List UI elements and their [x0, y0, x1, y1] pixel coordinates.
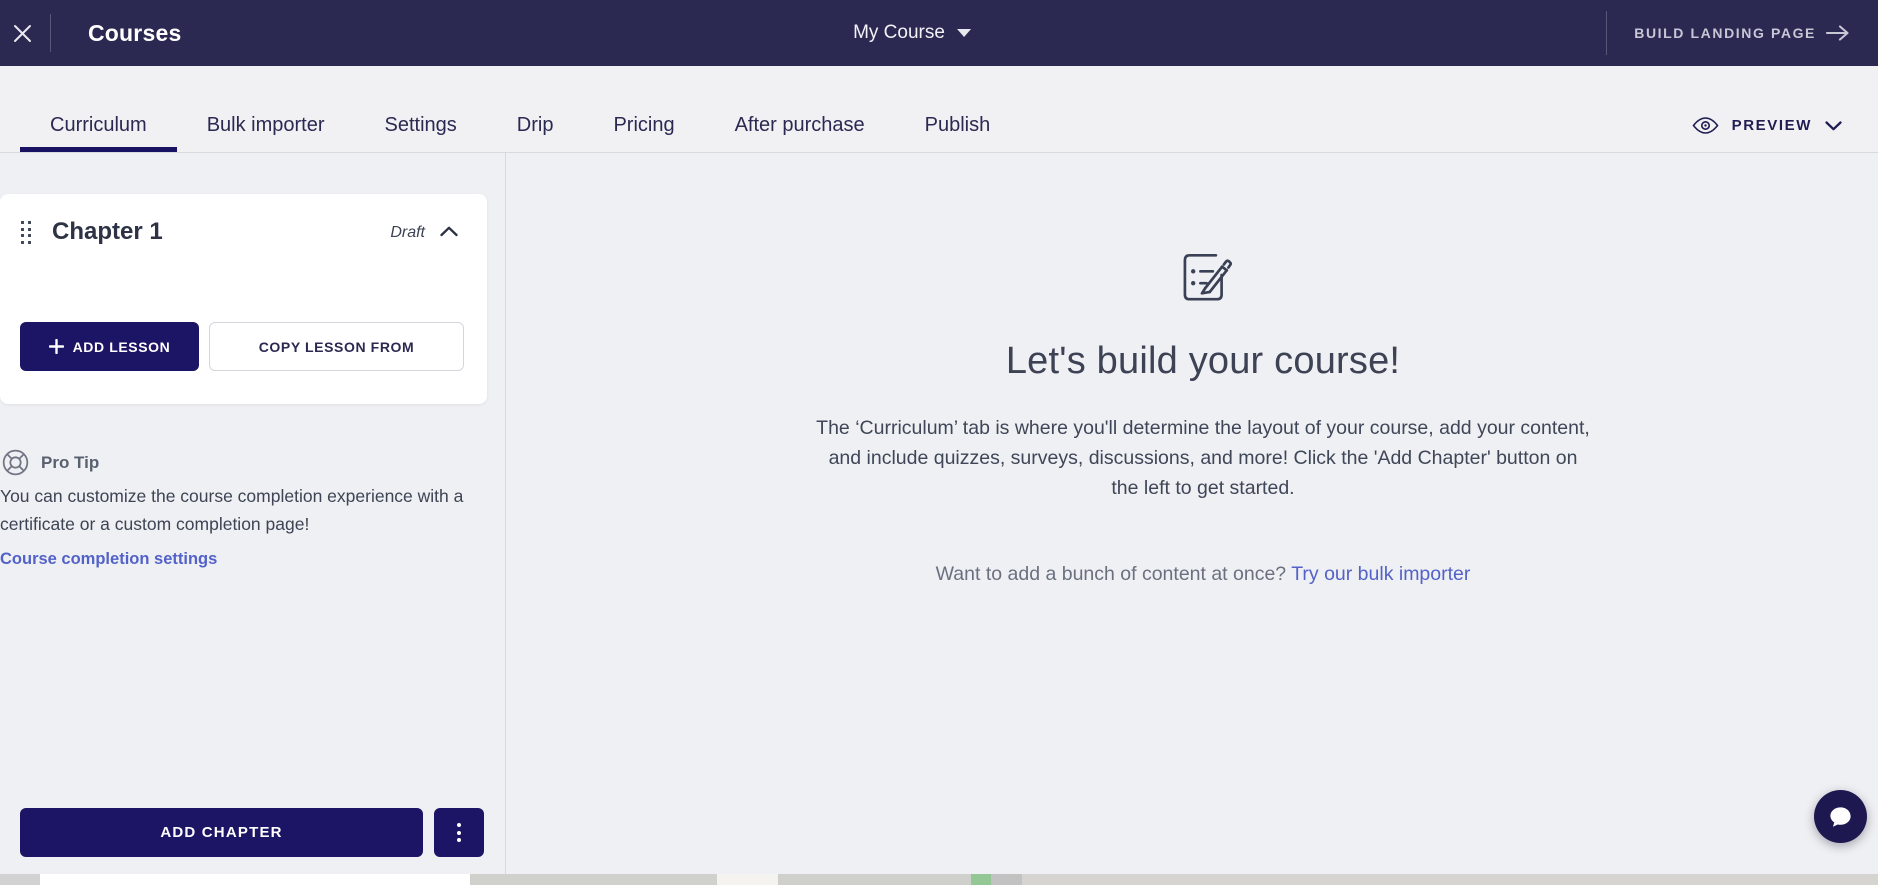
chapter-menu-button[interactable] — [434, 808, 484, 857]
course-builder-page: Courses My Course BUILD LANDING PAGE Cur… — [0, 0, 1878, 885]
add-chapter-button[interactable]: ADD CHAPTER — [20, 808, 423, 857]
plus-icon — [48, 339, 64, 354]
course-selector-label: My Course — [853, 22, 945, 43]
empty-state-description: The ‘Curriculum’ tab is where you'll det… — [816, 417, 1590, 499]
copy-lesson-from-label: COPY LESSON FROM — [258, 338, 415, 355]
kebab-icon — [457, 823, 461, 827]
add-lesson-button[interactable]: ADD LESSON — [20, 322, 199, 371]
course-tab-bar: Curriculum Bulk importer Settings Drip P… — [0, 66, 1878, 153]
tabs: Curriculum Bulk importer Settings Drip P… — [20, 66, 1020, 152]
chapter-collapse-button[interactable] — [438, 222, 460, 244]
tab-drip[interactable]: Drip — [487, 66, 584, 152]
add-chapter-label: ADD CHAPTER — [160, 824, 283, 841]
bulk-prompt-text: Want to add a bunch of content at once? — [935, 563, 1292, 585]
tab-curriculum[interactable]: Curriculum — [20, 66, 177, 152]
pro-tip-header: Pro Tip — [2, 449, 99, 476]
page-title: Courses — [88, 19, 182, 46]
lifebuoy-icon — [2, 449, 29, 476]
tab-after-purchase[interactable]: After purchase — [705, 66, 895, 152]
eye-icon — [1692, 117, 1719, 134]
notes-and-pencil-icon — [1183, 253, 1233, 301]
tab-publish[interactable]: Publish — [895, 66, 1021, 152]
strip-segment — [0, 874, 40, 885]
chevron-up-icon — [440, 226, 458, 237]
chapter-status-badge: Draft — [390, 224, 425, 241]
build-landing-page-label: BUILD LANDING PAGE — [1634, 25, 1816, 41]
header-right: BUILD LANDING PAGE — [1606, 0, 1850, 66]
header-divider — [50, 14, 51, 52]
close-icon — [13, 24, 31, 42]
chapter-card: Chapter 1 Draft ADD LESSON COPY LESSON F… — [0, 194, 487, 404]
bottom-edge-strip — [0, 874, 1878, 885]
bulk-importer-link[interactable]: Try our bulk importer — [1291, 563, 1470, 585]
pro-tip-text: You can customize the course completion … — [0, 486, 464, 534]
top-header: Courses My Course BUILD LANDING PAGE — [0, 0, 1878, 66]
course-selector-dropdown[interactable]: My Course — [853, 22, 971, 44]
pro-tip-label: Pro Tip — [41, 452, 100, 472]
strip-segment — [778, 874, 971, 885]
strip-segment — [1022, 874, 1878, 885]
strip-segment — [717, 874, 778, 885]
empty-state-column: Let's build your course! The ‘Curriculum… — [803, 153, 1603, 586]
chat-widget-button[interactable] — [1814, 790, 1867, 843]
chevron-down-icon — [1825, 120, 1842, 130]
strip-segment — [971, 874, 991, 885]
arrow-right-icon — [1826, 25, 1849, 41]
copy-lesson-from-button[interactable]: COPY LESSON FROM — [209, 322, 464, 371]
preview-label: PREVIEW — [1731, 117, 1812, 134]
strip-segment — [470, 874, 717, 885]
caret-down-icon — [956, 29, 971, 37]
tab-settings[interactable]: Settings — [355, 66, 487, 152]
add-lesson-label: ADD LESSON — [72, 338, 171, 355]
tab-pricing[interactable]: Pricing — [583, 66, 704, 152]
bulk-importer-prompt: Want to add a bunch of content at once? … — [803, 563, 1603, 586]
curriculum-empty-state: Let's build your course! The ‘Curriculum… — [506, 153, 1878, 874]
tab-bulk-importer[interactable]: Bulk importer — [177, 66, 355, 152]
build-landing-page-button[interactable]: BUILD LANDING PAGE — [1634, 25, 1850, 41]
course-completion-settings-link[interactable]: Course completion settings — [0, 550, 217, 569]
header-divider — [1606, 11, 1608, 55]
chapter-title: Chapter 1 — [52, 218, 163, 245]
close-button[interactable] — [0, 0, 44, 66]
curriculum-sidebar: Chapter 1 Draft ADD LESSON COPY LESSON F… — [0, 153, 506, 874]
strip-segment[interactable] — [40, 874, 470, 885]
drag-handle-icon[interactable] — [21, 221, 31, 244]
preview-button[interactable]: PREVIEW — [1692, 66, 1842, 152]
empty-state-heading: Let's build your course! — [1005, 340, 1401, 382]
chat-bubble-icon — [1830, 807, 1851, 827]
strip-segment — [991, 874, 1022, 885]
